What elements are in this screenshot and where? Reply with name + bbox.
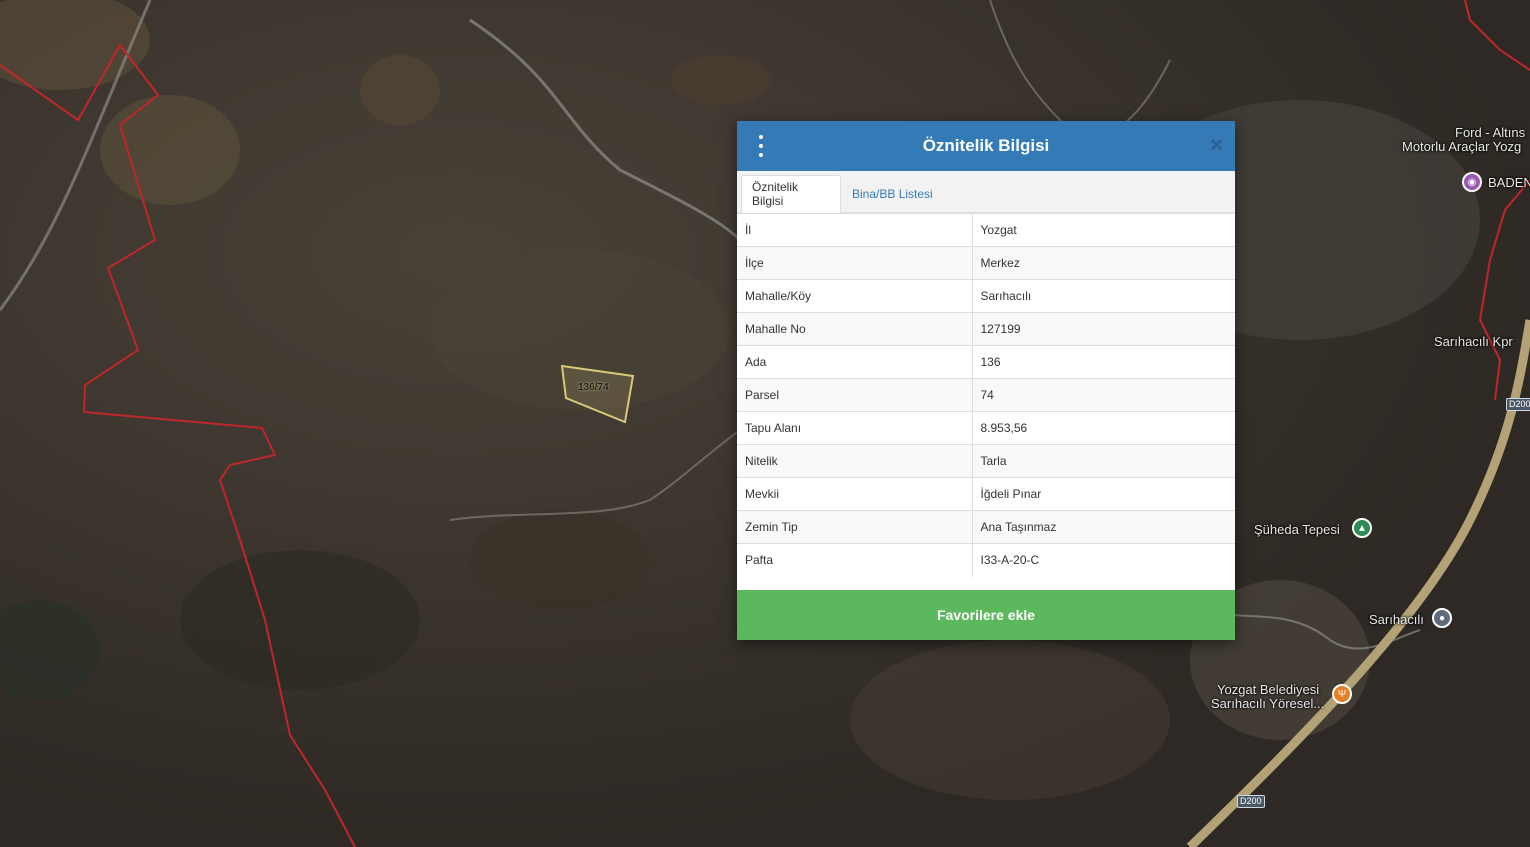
table-row: Tapu Alanı 8.953,56 [737, 411, 1235, 445]
restaurant-poi-icon[interactable]: Ψ [1332, 684, 1352, 704]
label-motorlu: Motorlu Araçlar Yozg [1402, 139, 1522, 154]
row-value: 136 [972, 345, 1235, 379]
close-icon[interactable]: × [1210, 134, 1223, 156]
row-value: Ana Taşınmaz [972, 510, 1235, 544]
row-key: İl [737, 213, 973, 247]
row-value: I33-A-20-C [972, 543, 1235, 577]
table-row: Nitelik Tarla [737, 444, 1235, 478]
row-value: 127199 [972, 312, 1235, 346]
row-key: Mahalle No [737, 312, 973, 346]
dialog-header: Öznitelik Bilgisi × [737, 121, 1235, 171]
row-key: Mevkii [737, 477, 973, 511]
shopping-poi-icon[interactable]: ◉ [1462, 172, 1482, 192]
place-poi-icon[interactable]: ● [1432, 608, 1452, 628]
row-value: Sarıhacılı [972, 279, 1235, 313]
label-suheda: Şüheda Tepesi [1254, 522, 1340, 537]
attribute-table: İl Yozgat İlçe Merkez Mahalle/Köy Sarıhacıl… [737, 213, 1235, 577]
label-ford: Ford - Altıns [1455, 125, 1526, 140]
row-key: Nitelik [737, 444, 973, 478]
more-menu-icon[interactable] [755, 135, 767, 157]
row-value: 74 [972, 378, 1235, 412]
row-key: Pafta [737, 543, 973, 577]
tab-bar: Öznitelik Bilgisi Bina/BB Listesi [737, 171, 1235, 213]
row-key: İlçe [737, 246, 973, 280]
road-badge-d200: D200 [1506, 398, 1530, 411]
row-value: Tarla [972, 444, 1235, 478]
table-row: İlçe Merkez [737, 246, 1235, 280]
table-row: Ada 136 [737, 345, 1235, 379]
parcel-label: 136/74 [578, 382, 609, 393]
label-kopru: Sarıhacılı Kpr [1434, 334, 1513, 349]
label-yoresel: Sarıhacılı Yöresel... [1211, 696, 1325, 711]
tab-building-list[interactable]: Bina/BB Listesi [842, 175, 943, 213]
table-row: Mahalle/Köy Sarıhacılı [737, 279, 1235, 313]
table-row: Parsel 74 [737, 378, 1235, 412]
row-key: Parsel [737, 378, 973, 412]
tree-poi-icon[interactable]: ▲ [1352, 518, 1372, 538]
row-value: Merkez [972, 246, 1235, 280]
table-row: İl Yozgat [737, 213, 1235, 247]
table-row: Zemin Tip Ana Taşınmaz [737, 510, 1235, 544]
table-row: Mahalle No 127199 [737, 312, 1235, 346]
add-to-favorites-button[interactable]: Favorilere ekle [737, 590, 1235, 640]
row-key: Ada [737, 345, 973, 379]
row-value: Yozgat [972, 213, 1235, 247]
attribute-dialog: Öznitelik Bilgisi × Öznitelik Bilgisi Bi… [737, 121, 1235, 640]
row-key: Tapu Alanı [737, 411, 973, 445]
label-belediye: Yozgat Belediyesi [1217, 682, 1320, 697]
tab-attribute-info[interactable]: Öznitelik Bilgisi [741, 175, 841, 213]
dialog-title: Öznitelik Bilgisi [922, 136, 1050, 155]
table-row: Mevkii İğdeli Pınar [737, 477, 1235, 511]
label-sarihacili: Sarıhacılı [1369, 612, 1424, 627]
label-baden: BADEN [1488, 175, 1530, 190]
row-key: Mahalle/Köy [737, 279, 973, 313]
row-value: 8.953,56 [972, 411, 1235, 445]
table-row: Pafta I33-A-20-C [737, 543, 1235, 577]
row-key: Zemin Tip [737, 510, 973, 544]
road-badge-d200-south: D200 [1237, 795, 1265, 808]
row-value: İğdeli Pınar [972, 477, 1235, 511]
